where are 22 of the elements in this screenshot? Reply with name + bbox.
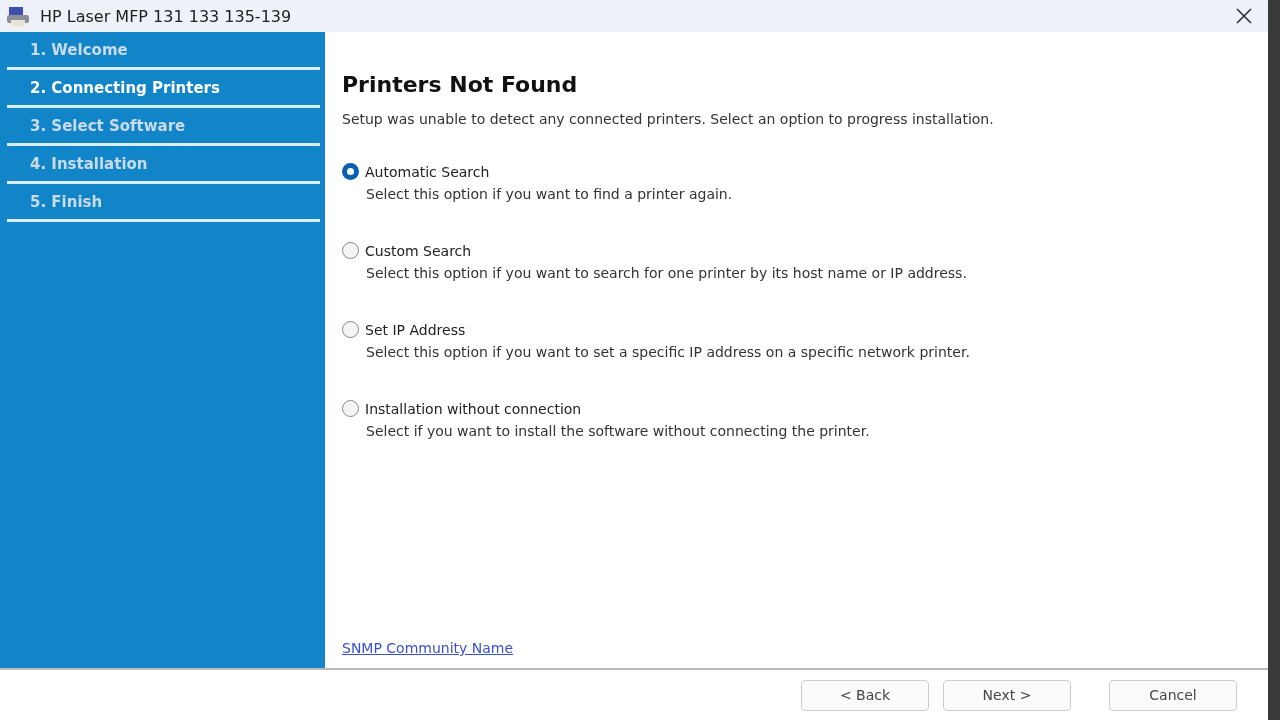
snmp-link[interactable]: SNMP Community Name bbox=[342, 640, 514, 656]
radio-button[interactable] bbox=[342, 163, 359, 180]
radio-button[interactable] bbox=[342, 242, 359, 259]
option-label[interactable]: Set IP Address bbox=[365, 321, 466, 338]
dialog-button[interactable]: Cancel bbox=[1109, 679, 1237, 711]
close-icon[interactable] bbox=[1236, 8, 1252, 24]
radio-button[interactable] bbox=[342, 321, 359, 338]
window-title: HP Laser MFP 131 133 135-139 bbox=[40, 6, 293, 26]
option-description: Select this option if you want to search for one printer by its host name or IP address. bbox=[366, 265, 968, 281]
option-description: Select this option if you want to set a specific IP address on a specific network printer. bbox=[366, 344, 971, 360]
printer-icon bbox=[6, 5, 32, 27]
dialog-button[interactable]: Next > bbox=[943, 679, 1071, 711]
dialog-button[interactable]: < Back bbox=[801, 679, 929, 711]
option-label[interactable]: Custom Search bbox=[365, 242, 472, 259]
option-description: Select this option if you want to find a printer again. bbox=[366, 186, 734, 202]
step-item[interactable]: 2. Connecting Printers bbox=[0, 70, 325, 105]
radio-button[interactable] bbox=[342, 400, 359, 417]
option-description: Select if you want to install the software without connecting the printer. bbox=[366, 423, 871, 439]
option-label[interactable]: Automatic Search bbox=[365, 163, 490, 180]
intro-text: Setup was unable to detect any connected printers. Select an option to progress installation. bbox=[342, 111, 995, 127]
option-label[interactable]: Installation without connection bbox=[365, 400, 582, 417]
page-heading: Printers Not Found bbox=[342, 72, 579, 97]
